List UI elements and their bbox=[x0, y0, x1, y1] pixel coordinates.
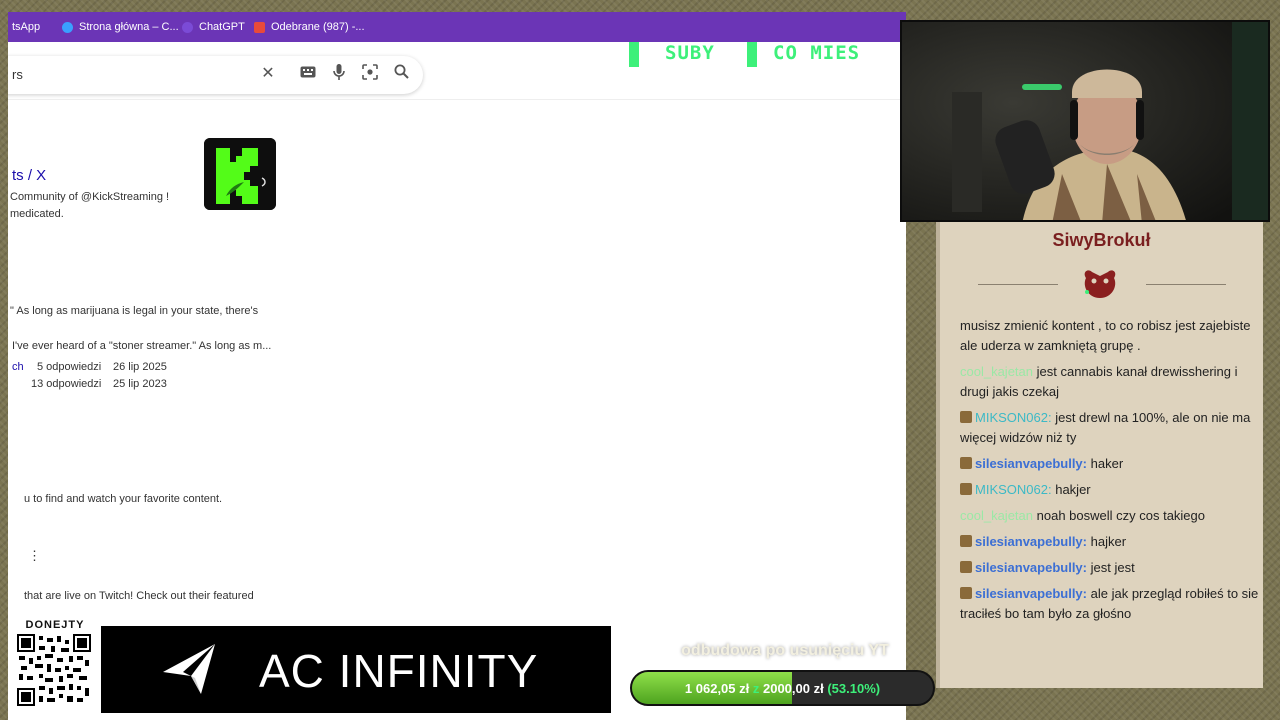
chat-username[interactable]: silesianvapebully: bbox=[975, 586, 1087, 601]
ac-infinity-logo-icon bbox=[163, 644, 215, 694]
reply-count: 5 odpowiedzi bbox=[37, 361, 102, 373]
subscriber-badge-icon bbox=[960, 587, 972, 599]
subscriber-badge-icon bbox=[960, 457, 972, 469]
message-text: jest jest bbox=[1090, 560, 1135, 575]
chat-message: MIKSON062: hakjer bbox=[960, 480, 1260, 500]
result-snippet: Community of @KickStreaming ! bbox=[10, 191, 170, 203]
chat-message: MIKSON062: jest drewl na 100%, ale on ni… bbox=[960, 408, 1260, 448]
sponsor-banner: AC INFINITY bbox=[101, 626, 611, 713]
subscriber-badge-icon bbox=[960, 411, 972, 423]
webcam-feed bbox=[900, 20, 1270, 222]
subscriber-badge-icon bbox=[960, 483, 972, 495]
edge-icon bbox=[62, 21, 73, 33]
result-snippet: that are live on Twitch! Check out their… bbox=[24, 590, 254, 602]
browser-tab-bar: tsApp Strona główna – C... ChatGPT Odebr… bbox=[8, 12, 906, 42]
donation-goal-bar: 1 062,05 zł z 2000,00 zł (53.10%) bbox=[630, 670, 935, 706]
goal-percent: (53.10%) bbox=[827, 681, 881, 696]
gmail-icon bbox=[254, 21, 265, 33]
keyboard-icon[interactable] bbox=[298, 64, 318, 84]
subs-indicator-icon bbox=[629, 42, 639, 67]
chat-messages: musisz zmienić kontent , to co robisz je… bbox=[960, 316, 1260, 630]
divider bbox=[978, 284, 1058, 285]
channel-logo-icon bbox=[1080, 266, 1120, 302]
chat-message: silesianvapebully: jest jest bbox=[960, 558, 1260, 578]
chat-username[interactable]: silesianvapebully: bbox=[975, 560, 1087, 575]
goal-current: 1 062,05 zł bbox=[684, 681, 750, 696]
tab-label: ChatGPT bbox=[199, 21, 245, 33]
chat-message: silesianvapebully: hajker bbox=[960, 532, 1260, 552]
message-text: hajker bbox=[1090, 534, 1127, 549]
chat-username[interactable]: MIKSON062: bbox=[975, 410, 1052, 425]
monthly-indicator-icon bbox=[747, 42, 757, 67]
monthly-label: CO MIES bbox=[773, 42, 861, 64]
chat-username[interactable]: cool_kajetan bbox=[960, 508, 1033, 523]
qr-code-icon bbox=[17, 634, 91, 706]
chat-message: musisz zmienić kontent , to co robisz je… bbox=[960, 316, 1260, 356]
tab-label: tsApp bbox=[12, 21, 41, 33]
subs-label: SUBY bbox=[665, 42, 715, 64]
result-snippet: u to find and watch your favorite conten… bbox=[24, 493, 223, 505]
donation-label: DONEJTY bbox=[16, 619, 94, 631]
chat-message: silesianvapebully: ale jak przegląd robi… bbox=[960, 584, 1260, 624]
microphone-icon[interactable] bbox=[329, 64, 349, 84]
result-title-link[interactable]: ts / X bbox=[12, 167, 46, 184]
chat-message: silesianvapebully: haker bbox=[960, 454, 1260, 474]
streamer-name: SiwyBrokuł bbox=[1052, 230, 1151, 250]
lens-icon[interactable] bbox=[360, 64, 380, 84]
clear-icon[interactable]: ✕ bbox=[258, 64, 278, 84]
goal-target: 2000,00 zł bbox=[762, 681, 824, 696]
message-text: hakjer bbox=[1055, 482, 1091, 497]
message-text: haker bbox=[1090, 456, 1124, 471]
goal-title: odbudowa po usunięciu YT bbox=[681, 642, 889, 659]
result-snippet: " As long as marijuana is legal in your … bbox=[10, 305, 259, 317]
result-snippet: I've ever heard of a "stoner streamer." … bbox=[12, 340, 272, 352]
donation-qr-code[interactable] bbox=[14, 631, 94, 709]
chatgpt-icon bbox=[182, 21, 193, 33]
reply-count: 13 odpowiedzi bbox=[31, 378, 102, 390]
reply-date: 26 lip 2025 bbox=[113, 361, 167, 373]
message-text: noah boswell czy cos takiego bbox=[1036, 508, 1205, 523]
goal-amount-text: 1 062,05 zł z 2000,00 zł (53.10%) bbox=[632, 681, 933, 696]
tab-label: Odebrane (987) -... bbox=[271, 21, 365, 33]
tab-label: Strona główna – C... bbox=[79, 21, 179, 33]
divider bbox=[1146, 284, 1226, 285]
search-input[interactable]: rs bbox=[12, 67, 23, 82]
message-text: musisz zmienić kontent , to co robisz je… bbox=[960, 318, 1251, 353]
tab-strona-glowna[interactable]: Strona główna – C... bbox=[62, 21, 179, 33]
chat-message: cool_kajetan jest cannabis kanał drewiss… bbox=[960, 362, 1260, 402]
goal-of-word: z bbox=[752, 681, 760, 696]
forum-link[interactable]: ch bbox=[12, 361, 24, 373]
search-icon[interactable] bbox=[391, 64, 411, 84]
tab-whatsapp[interactable]: tsApp bbox=[12, 21, 40, 33]
chat-username[interactable]: MIKSON062: bbox=[975, 482, 1052, 497]
kick-logo-thumbnail[interactable] bbox=[204, 138, 276, 210]
tab-chatgpt[interactable]: ChatGPT bbox=[182, 21, 245, 33]
reply-date: 25 lip 2023 bbox=[113, 378, 167, 390]
chat-username[interactable]: silesianvapebully: bbox=[975, 456, 1087, 471]
tab-gmail[interactable]: Odebrane (987) -... bbox=[254, 21, 365, 33]
chat-message: cool_kajetan noah boswell czy cos takieg… bbox=[960, 506, 1260, 526]
sponsor-name: AC INFINITY bbox=[259, 645, 539, 697]
result-snippet: medicated. bbox=[10, 208, 64, 220]
more-options-icon[interactable]: ⋮ bbox=[28, 548, 41, 564]
chat-panel: SiwyBrokuł musisz zmienić kontent , to c… bbox=[936, 222, 1263, 688]
subscriber-badge-icon bbox=[960, 561, 972, 573]
streamer-webcam-image bbox=[902, 22, 1268, 220]
browser-screen-capture: tsApp Strona główna – C... ChatGPT Odebr… bbox=[8, 12, 906, 720]
chat-username[interactable]: silesianvapebully: bbox=[975, 534, 1087, 549]
chat-username[interactable]: cool_kajetan bbox=[960, 364, 1033, 379]
subscriber-badge-icon bbox=[960, 535, 972, 547]
